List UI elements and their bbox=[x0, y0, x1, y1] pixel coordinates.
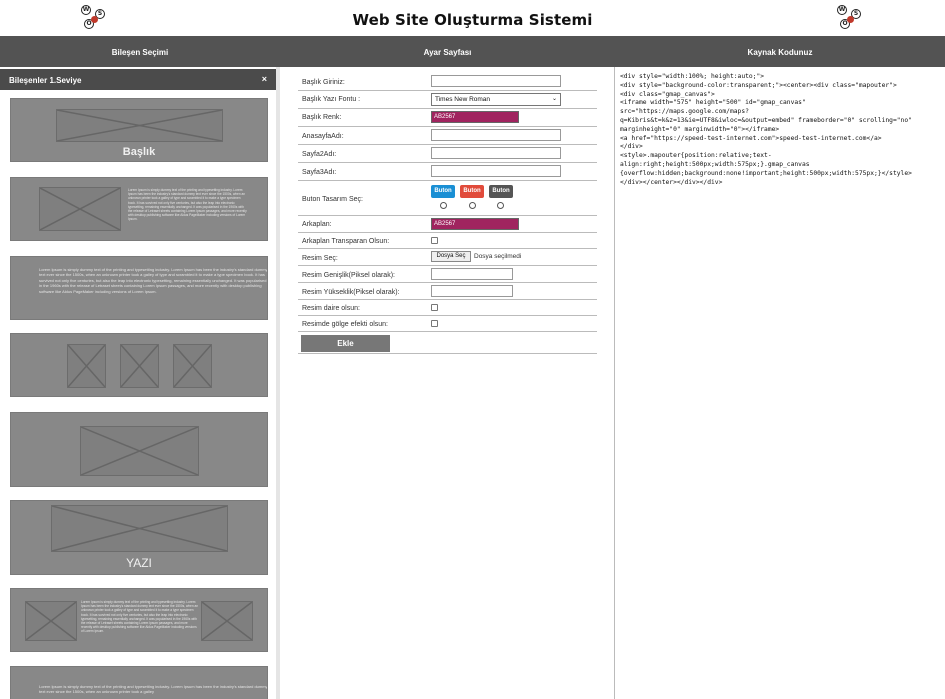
form-row-page2: Sayfa2Adı: bbox=[298, 145, 597, 163]
page3-name-label: Sayfa3Adı: bbox=[302, 169, 337, 176]
component-card-text[interactable]: Lorem Ipsum is simply dummy text of the … bbox=[10, 666, 268, 699]
card-caption: YAZI bbox=[126, 556, 152, 570]
image-label: Resim Seç: bbox=[302, 255, 338, 262]
page2-name-input[interactable] bbox=[431, 147, 561, 159]
image-width-input[interactable] bbox=[431, 268, 513, 280]
form-row-width: Resim Genişlik(Piksel olarak): bbox=[298, 266, 597, 283]
component-panel-header: Bileşenler 1.Seviye × bbox=[0, 69, 276, 90]
image-file-input: Dosya Seç Dosya seçilmedi bbox=[431, 251, 571, 263]
card-text: Lorem Ipsum is simply dummy text of the … bbox=[39, 267, 268, 294]
title-color-input[interactable]: AB2567 bbox=[431, 111, 519, 123]
choose-file-button[interactable]: Dosya Seç bbox=[431, 251, 471, 262]
title-color-label: Başlık Renk: bbox=[302, 114, 342, 121]
font-label: Başlık Yazı Fontu : bbox=[302, 96, 361, 103]
top-header: W S O Web Site Oluşturma Sistemi W S O bbox=[0, 0, 945, 36]
form-row-home: AnasayfaAdı: bbox=[298, 127, 597, 145]
column-title-components: Bileşen Seçimi bbox=[111, 48, 169, 57]
source-code[interactable]: <div style="width:100%; height:auto;"> <… bbox=[620, 73, 942, 187]
logo-icon: W S O bbox=[837, 5, 863, 31]
image-placeholder-icon bbox=[25, 601, 77, 641]
form-row-font: Başlık Yazı Fontu : Times New Roman ⌄ bbox=[298, 91, 597, 109]
form-row-submit: Ekle bbox=[298, 332, 597, 354]
form-row-background: Arkaplan: AB2567 bbox=[298, 216, 597, 233]
settings-panel: Başlık Giriniz: Başlık Yazı Fontu : Time… bbox=[280, 67, 615, 699]
column-header-bar: Bileşen Seçimi Ayar Sayfası Kaynak Kodun… bbox=[0, 36, 945, 67]
button-style-red[interactable]: Buton bbox=[460, 185, 484, 198]
button-style-radio-1[interactable] bbox=[440, 202, 447, 209]
image-height-input[interactable] bbox=[431, 285, 513, 297]
image-placeholder-icon bbox=[39, 187, 121, 231]
button-style-label: Buton Tasarım Seç: bbox=[302, 196, 363, 203]
column-title-settings: Ayar Sayfası bbox=[423, 48, 472, 57]
page-title: Web Site Oluşturma Sistemi bbox=[352, 11, 593, 29]
image-width-label: Resim Genişlik(Piksel olarak): bbox=[302, 272, 395, 279]
card-text: Lorem Ipsum is simply dummy text of the … bbox=[128, 188, 247, 222]
button-style-radio-3[interactable] bbox=[497, 202, 504, 209]
image-placeholder-icon bbox=[80, 426, 199, 476]
form-row-shadow: Resimde gölge efekti olsun: bbox=[298, 316, 597, 332]
form-row-title-color: Başlık Renk: AB2567 bbox=[298, 109, 597, 127]
component-card-image-text-image[interactable]: Lorem Ipsum is simply dummy text of the … bbox=[10, 588, 268, 652]
image-placeholder-icon bbox=[173, 344, 212, 388]
component-card-gallery[interactable] bbox=[10, 333, 268, 397]
component-card-title[interactable]: Başlık bbox=[10, 98, 268, 162]
background-color-input[interactable]: AB2567 bbox=[431, 218, 519, 230]
component-card-image-caption[interactable]: YAZI bbox=[10, 500, 268, 575]
image-height-label: Resim Yükseklik(Piksel olarak): bbox=[302, 289, 400, 296]
home-name-label: AnasayfaAdı: bbox=[302, 133, 344, 140]
circle-checkbox[interactable] bbox=[431, 304, 438, 311]
settings-form: Başlık Giriniz: Başlık Yazı Fontu : Time… bbox=[298, 73, 597, 354]
background-label: Arkaplan: bbox=[302, 221, 332, 228]
button-style-options: Buton Buton Buton bbox=[431, 185, 521, 211]
button-style-blue[interactable]: Buton bbox=[431, 185, 455, 198]
form-row-title: Başlık Giriniz: bbox=[298, 73, 597, 91]
component-panel: Bileşenler 1.Seviye × Başlık Lorem Ipsum… bbox=[0, 67, 280, 699]
image-placeholder-icon bbox=[120, 344, 159, 388]
component-panel-title: Bileşenler 1.Seviye bbox=[9, 76, 82, 85]
title-input[interactable] bbox=[431, 75, 561, 87]
circle-label: Resim daire olsun: bbox=[302, 305, 360, 312]
close-icon[interactable]: × bbox=[262, 74, 267, 84]
component-card-image-text[interactable]: Lorem Ipsum is simply dummy text of the … bbox=[10, 177, 268, 241]
source-code-panel: <div style="width:100%; height:auto;"> <… bbox=[614, 67, 945, 699]
component-card-text[interactable]: Lorem Ipsum is simply dummy text of the … bbox=[10, 256, 268, 320]
card-text: Lorem Ipsum is simply dummy text of the … bbox=[81, 600, 199, 634]
page2-name-label: Sayfa2Adı: bbox=[302, 151, 337, 158]
form-row-button-style: Buton Tasarım Seç: Buton Buton Buton bbox=[298, 181, 597, 216]
image-placeholder-icon bbox=[201, 601, 253, 641]
transparent-label: Arkaplan Transparan Olsun: bbox=[302, 238, 390, 245]
form-row-page3: Sayfa3Adı: bbox=[298, 163, 597, 181]
file-status: Dosya seçilmedi bbox=[474, 253, 522, 260]
button-style-radio-2[interactable] bbox=[469, 202, 476, 209]
shadow-label: Resimde gölge efekti olsun: bbox=[302, 321, 388, 328]
component-card-image[interactable] bbox=[10, 412, 268, 487]
form-row-height: Resim Yükseklik(Piksel olarak): bbox=[298, 283, 597, 300]
page3-name-input[interactable] bbox=[431, 165, 561, 177]
image-placeholder-icon bbox=[56, 109, 223, 142]
form-row-transparent: Arkaplan Transparan Olsun: bbox=[298, 233, 597, 249]
column-title-source: Kaynak Kodunuz bbox=[747, 48, 813, 57]
image-placeholder-icon bbox=[51, 505, 228, 552]
shadow-checkbox[interactable] bbox=[431, 320, 438, 327]
form-row-circle: Resim daire olsun: bbox=[298, 300, 597, 316]
title-label: Başlık Giriniz: bbox=[302, 79, 345, 86]
button-style-gray[interactable]: Buton bbox=[489, 185, 513, 198]
card-text: Lorem Ipsum is simply dummy text of the … bbox=[39, 684, 268, 695]
home-name-input[interactable] bbox=[431, 129, 561, 141]
transparent-checkbox[interactable] bbox=[431, 237, 438, 244]
font-select[interactable]: Times New Roman ⌄ bbox=[431, 93, 561, 106]
form-row-image: Resim Seç: Dosya Seç Dosya seçilmedi bbox=[298, 249, 597, 266]
image-placeholder-icon bbox=[67, 344, 106, 388]
add-button[interactable]: Ekle bbox=[301, 335, 390, 352]
chevron-down-icon: ⌄ bbox=[551, 96, 557, 102]
card-caption: Başlık bbox=[122, 146, 156, 158]
